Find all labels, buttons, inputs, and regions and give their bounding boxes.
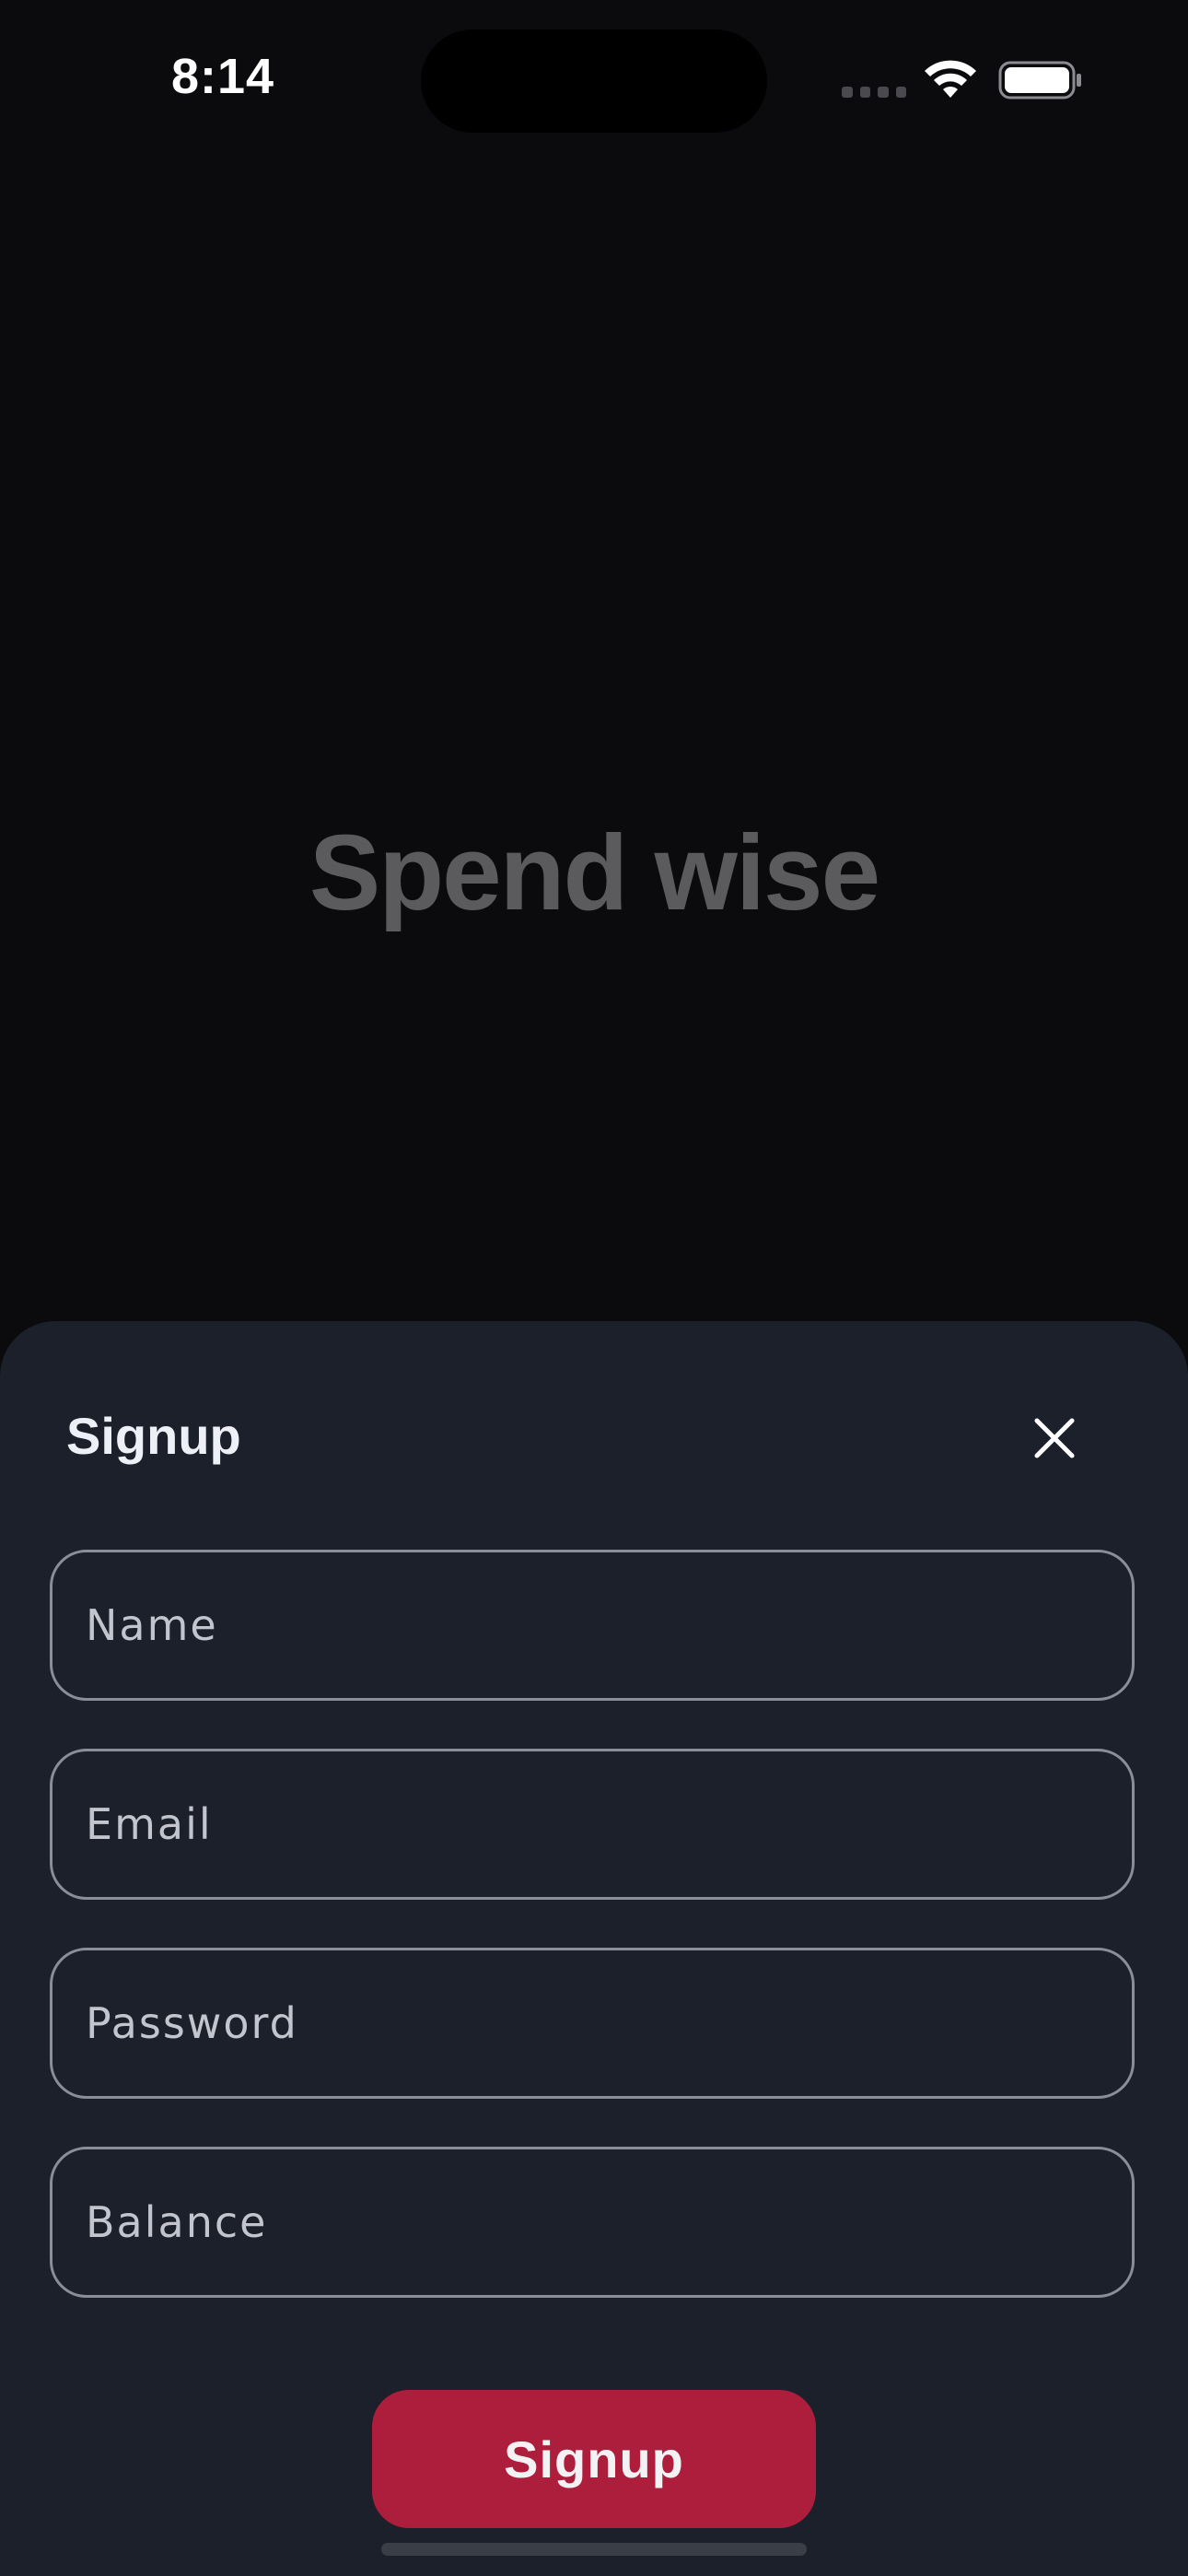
sheet-title: Signup xyxy=(66,1407,241,1465)
email-field[interactable] xyxy=(50,1749,1135,1900)
close-button[interactable] xyxy=(1022,1406,1087,1470)
close-icon xyxy=(1034,1418,1075,1458)
password-field[interactable] xyxy=(50,1948,1135,2099)
wifi-icon xyxy=(925,60,976,98)
signup-sheet: Signup Signup xyxy=(0,1321,1188,2576)
balance-field[interactable] xyxy=(50,2147,1135,2298)
battery-icon xyxy=(998,61,1081,100)
dynamic-island xyxy=(421,29,767,133)
signup-button[interactable]: Signup xyxy=(372,2390,816,2528)
name-field[interactable] xyxy=(50,1550,1135,1701)
status-time: 8:14 xyxy=(171,49,275,104)
home-indicator xyxy=(381,2543,807,2556)
hero-title: Spend wise xyxy=(309,813,880,932)
signal-icon xyxy=(842,87,906,98)
signup-screen: 8:14 Spend wise Signup Signup xyxy=(0,0,1188,2576)
